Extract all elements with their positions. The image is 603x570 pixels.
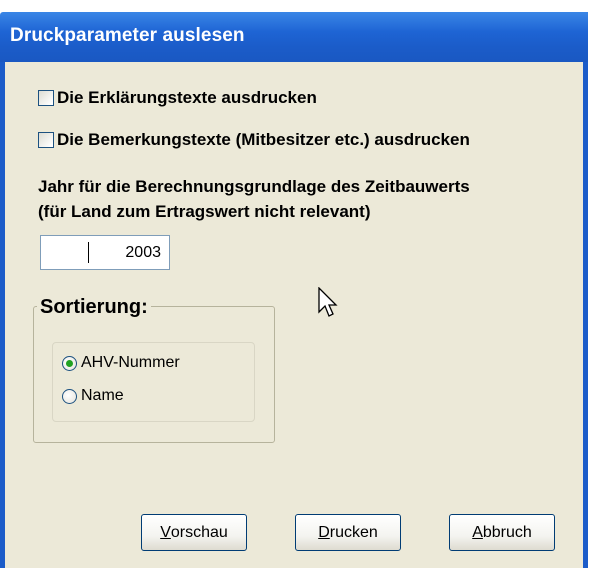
remarks-checkbox[interactable] (38, 132, 54, 148)
radio-name-button[interactable] (62, 388, 77, 404)
print-button-label: rucken (329, 523, 378, 541)
window-title: Druckparameter auslesen (10, 25, 245, 46)
year-input[interactable]: 2003 (40, 235, 170, 270)
dialog-window: Druckparameter auslesen Die Erklärungste… (0, 0, 603, 570)
window-frame-right (583, 62, 588, 570)
year-description-line2: (für Land zum Ertragswert nicht relevant… (38, 202, 371, 221)
sort-radio-name[interactable]: Name (62, 385, 124, 407)
explanations-checkbox-row[interactable]: Die Erklärungstexte ausdrucken (38, 87, 317, 109)
preview-button[interactable]: Vorschau (141, 514, 247, 551)
year-description-line1: Jahr für die Berechnungsgrundlage des Ze… (38, 177, 470, 196)
year-input-value: 2003 (125, 244, 161, 261)
print-button[interactable]: Drucken (295, 514, 401, 551)
sort-groupbox-title: Sortierung: (37, 296, 151, 319)
radio-ahv-button[interactable] (62, 355, 77, 371)
radio-selected-dot (66, 359, 73, 367)
title-bar[interactable]: Druckparameter auslesen (0, 12, 588, 62)
remarks-checkbox-row[interactable]: Die Bemerkungstexte (Mitbesitzer etc.) a… (38, 129, 470, 151)
text-caret (88, 242, 89, 263)
preview-button-label: orschau (170, 523, 228, 541)
radio-name-label[interactable]: Name (81, 387, 124, 405)
cancel-button-label: bbruch (482, 523, 532, 541)
arrow-cursor-icon (318, 287, 338, 317)
cancel-button-accel: A (472, 523, 483, 541)
sort-radio-ahv[interactable]: AHV-Nummer (62, 352, 180, 374)
radio-ahv-label[interactable]: AHV-Nummer (81, 354, 180, 372)
remarks-checkbox-label[interactable]: Die Bemerkungstexte (Mitbesitzer etc.) a… (57, 130, 470, 150)
explanations-checkbox[interactable] (38, 90, 54, 106)
preview-button-accel: V (160, 523, 171, 541)
print-button-accel: D (318, 523, 330, 541)
cancel-button[interactable]: Abbruch (449, 514, 555, 551)
explanations-checkbox-label[interactable]: Die Erklärungstexte ausdrucken (57, 88, 317, 108)
